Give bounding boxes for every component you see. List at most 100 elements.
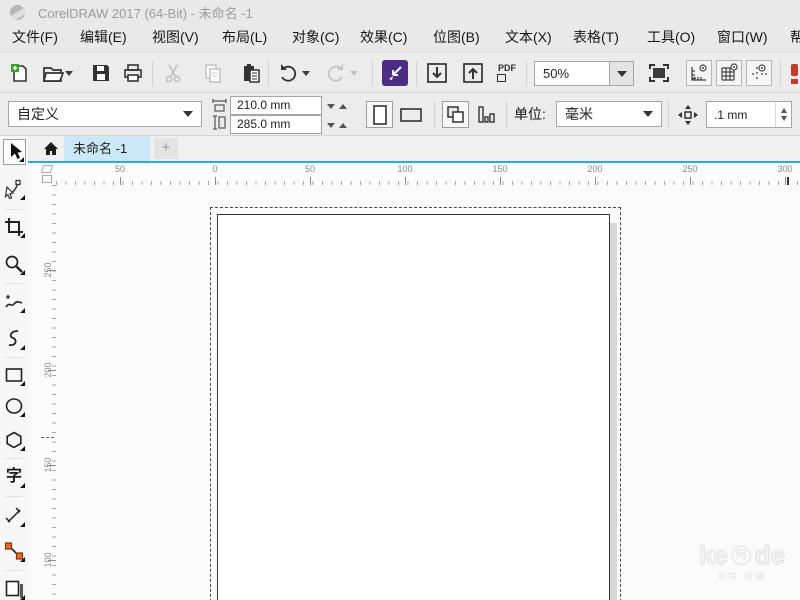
vruler-label: 100 — [43, 549, 53, 571]
page-height-spinner[interactable] — [324, 116, 350, 134]
new-document-button[interactable] — [6, 60, 32, 86]
fullscreen-preview-button[interactable] — [646, 60, 672, 86]
new-tab-button[interactable]: + — [154, 138, 178, 159]
chevron-down-icon — [183, 111, 193, 117]
undo-dropdown-caret[interactable] — [302, 71, 310, 76]
hruler-major-tick — [595, 177, 596, 185]
welcome-home-button[interactable] — [40, 138, 62, 159]
hruler-label: 0 — [212, 164, 217, 174]
search-content-button[interactable] — [382, 60, 408, 86]
print-button[interactable] — [120, 60, 146, 86]
text-tool[interactable]: 字 — [2, 464, 26, 490]
rectangle-tool[interactable] — [2, 362, 26, 388]
spin-up-icon[interactable] — [339, 123, 347, 128]
chevron-down-icon — [643, 111, 653, 117]
menu-table[interactable]: 表格(T) — [573, 24, 619, 52]
ellipse-tool[interactable] — [2, 393, 26, 419]
ruler-origin-control[interactable] — [40, 163, 56, 185]
freehand-tool[interactable] — [2, 289, 26, 315]
menu-effects[interactable]: 效果(C) — [360, 24, 407, 52]
nudge-distance-input[interactable]: .1 mm — [706, 101, 792, 128]
spin-down-icon[interactable] — [327, 104, 335, 109]
show-guidelines-button[interactable] — [746, 60, 772, 86]
spin-up-icon[interactable] — [339, 104, 347, 109]
menu-layout[interactable]: 布局(L) — [222, 24, 267, 52]
show-grid-button[interactable] — [716, 60, 742, 86]
current-page-button[interactable] — [472, 101, 499, 128]
menu-file[interactable]: 文件(F) — [12, 24, 58, 52]
ruler-settings-icon — [42, 175, 52, 183]
publish-to-pdf-button[interactable]: PDF — [494, 60, 520, 86]
ruler-origin-icon — [41, 165, 54, 173]
menu-bitmaps[interactable]: 位图(B) — [433, 24, 480, 52]
menu-edit[interactable]: 编辑(E) — [80, 24, 127, 52]
zoom-level-input[interactable]: 50% — [534, 61, 610, 86]
nudge-spinner[interactable] — [775, 102, 791, 127]
straight-line-connector-tool[interactable] — [2, 538, 26, 564]
tab-untitled-document[interactable]: 未命名 -1 — [64, 136, 150, 161]
copy-button — [200, 60, 226, 86]
show-rulers-button[interactable] — [686, 60, 712, 86]
open-dropdown-caret[interactable] — [65, 71, 73, 76]
propbar-separator — [506, 101, 507, 128]
snap-options-icon-partial[interactable] — [789, 62, 800, 86]
crop-tool[interactable] — [2, 214, 26, 240]
menu-view[interactable]: 视图(V) — [152, 24, 199, 52]
save-button[interactable] — [88, 60, 114, 86]
pick-tool[interactable] — [3, 139, 26, 165]
zoom-level-dropdown[interactable] — [609, 61, 634, 86]
toolbox-separator — [5, 496, 23, 497]
menu-window[interactable]: 窗口(W) — [717, 24, 768, 52]
redo-button — [322, 60, 348, 86]
undo-button[interactable] — [276, 60, 302, 86]
nudge-offset-icon — [674, 101, 701, 128]
paste-button[interactable] — [238, 60, 264, 86]
menu-help[interactable]: 帮 — [790, 24, 800, 52]
artistic-media-tool[interactable] — [2, 326, 26, 352]
vruler-label: 200 — [43, 359, 53, 381]
page-height-icon — [212, 115, 227, 130]
spin-down-icon[interactable] — [781, 116, 787, 121]
app-logo-icon — [10, 5, 25, 20]
hruler-label: 300 — [777, 164, 792, 174]
text-tool-glyph: 字 — [6, 469, 22, 485]
all-pages-button[interactable] — [442, 101, 469, 128]
toolbox-separator — [5, 458, 23, 459]
menu-text[interactable]: 文本(X) — [505, 24, 552, 52]
hruler-major-tick — [500, 177, 501, 185]
vertical-ruler[interactable]: 250 200 150 100 — [40, 185, 56, 600]
shape-tool[interactable] — [2, 176, 26, 202]
units-dropdown[interactable]: 毫米 — [556, 101, 662, 127]
import-button[interactable] — [424, 60, 450, 86]
coreldraw-window: CorelDRAW 2017 (64-Bit) - 未命名 -1 文件(F) 编… — [0, 0, 800, 600]
page-size-preset-dropdown[interactable]: 自定义 — [8, 101, 202, 127]
hruler-label: 50 — [115, 164, 125, 174]
open-button[interactable] — [40, 60, 66, 86]
page-width-spinner[interactable] — [324, 97, 350, 115]
page-width-input[interactable]: 210.0 mm — [230, 96, 322, 115]
drop-shadow-tool[interactable] — [2, 576, 26, 600]
property-bar: 自定义 210.0 mm 285.0 mm 单位: 毫米 — [0, 93, 800, 136]
hruler-major-tick — [310, 177, 311, 185]
horizontal-ruler[interactable]: 50 0 50 100 150 200 250 300 — [56, 163, 800, 185]
export-button[interactable] — [460, 60, 486, 86]
hruler-label: 200 — [587, 164, 602, 174]
nudge-distance-value: .1 mm — [707, 108, 775, 122]
toolbox-separator — [5, 209, 23, 210]
landscape-orientation-button[interactable] — [397, 101, 424, 128]
zoom-tool[interactable] — [2, 251, 26, 277]
parallel-dimension-tool[interactable] — [2, 503, 26, 529]
hruler-label: 100 — [397, 164, 412, 174]
pdf-floppy-icon — [497, 74, 506, 82]
hruler-label: 250 — [682, 164, 697, 174]
window-title: CorelDRAW 2017 (64-Bit) - 未命名 -1 — [38, 3, 253, 22]
menu-tools[interactable]: 工具(O) — [647, 24, 695, 52]
portrait-orientation-button[interactable] — [366, 101, 393, 128]
menu-object[interactable]: 对象(C) — [292, 24, 339, 52]
polygon-tool[interactable] — [2, 427, 26, 453]
spin-up-icon[interactable] — [781, 108, 787, 113]
menu-bar: 文件(F) 编辑(E) 视图(V) 布局(L) 对象(C) 效果(C) 位图(B… — [0, 24, 800, 52]
drawing-page[interactable] — [217, 214, 610, 600]
page-height-input[interactable]: 285.0 mm — [230, 115, 322, 134]
spin-down-icon[interactable] — [327, 123, 335, 128]
